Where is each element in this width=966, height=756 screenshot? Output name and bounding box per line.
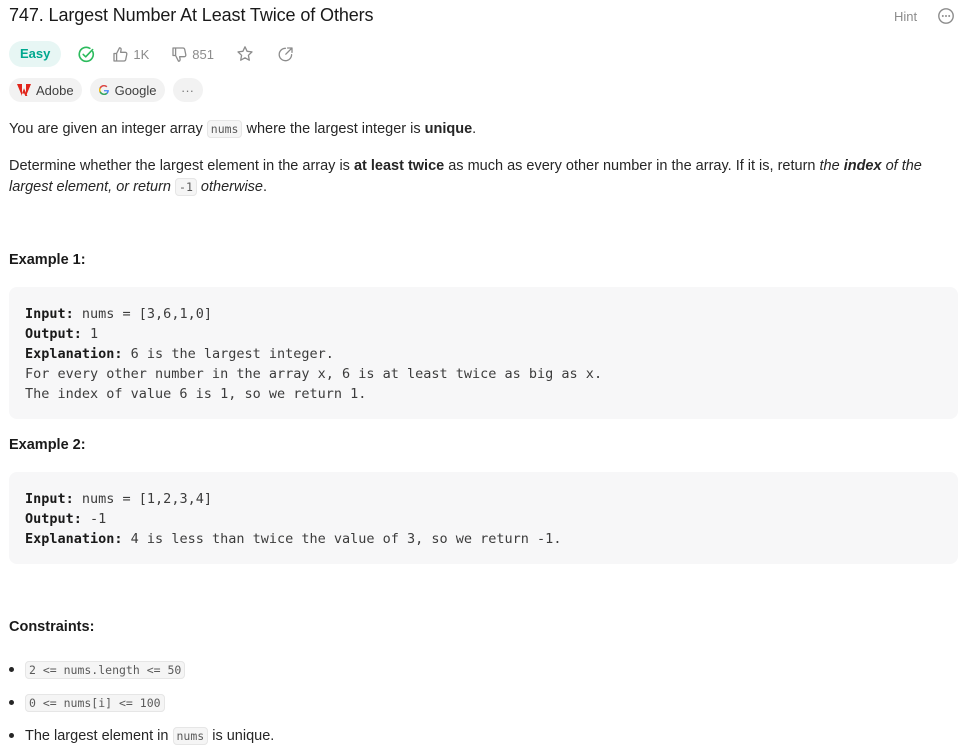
tag-google[interactable]: Google [89,78,165,102]
example-1-block: Input: nums = [3,6,1,0] Output: 1 Explan… [9,287,958,419]
inline-code: 0 <= nums[i] <= 100 [25,693,165,712]
list-item: 0 <= nums[i] <= 100 [9,686,274,719]
bullet [9,667,14,672]
list-item: The largest element in nums is unique. [9,719,274,752]
description-paragraph-1: You are given an integer array nums wher… [9,120,477,138]
problem-meta-bar: Easy 1K 851 [9,41,294,67]
thumbs-up-icon [112,46,129,63]
bullet [9,700,14,705]
constraints-list: 2 <= nums.length <= 50 0 <= nums[i] <= 1… [9,653,274,752]
difficulty-badge[interactable]: Easy [9,41,62,67]
adobe-logo [17,84,31,96]
example-2-heading: Example 2: [9,437,86,453]
thumbs-down-icon [171,46,188,63]
description-paragraph-2: Determine whether the largest element in… [9,158,922,196]
share-icon[interactable] [277,46,294,63]
example-2-block: Input: nums = [1,2,3,4] Output: -1 Expla… [9,472,958,564]
dislike-button[interactable]: 851 [171,46,214,63]
example-1-heading: Example 1: [9,252,86,268]
star-icon[interactable] [236,45,254,63]
constraints-heading: Constraints: [9,619,95,635]
solved-check-icon[interactable] [78,46,95,63]
company-tags: Adobe Google ··· [9,78,203,102]
tag-label: Adobe [36,82,74,98]
inline-code: nums [172,726,209,745]
likes-count: 1K [133,46,150,62]
more-tags-button[interactable]: ··· [172,78,203,102]
tag-adobe[interactable]: Adobe [9,78,82,102]
inline-code: nums [206,120,243,138]
google-logo [98,84,110,96]
list-item: 2 <= nums.length <= 50 [9,653,274,686]
dislikes-count: 851 [192,46,214,62]
hint-button[interactable]: Hint [894,9,917,24]
inline-code: -1 [175,178,197,196]
more-options-icon[interactable] [937,7,955,25]
page-title: 747. Largest Number At Least Twice of Ot… [9,5,374,25]
bullet [9,733,14,738]
inline-code: 2 <= nums.length <= 50 [25,660,186,679]
like-button[interactable]: 1K [112,46,149,63]
tag-label: Google [114,82,157,98]
